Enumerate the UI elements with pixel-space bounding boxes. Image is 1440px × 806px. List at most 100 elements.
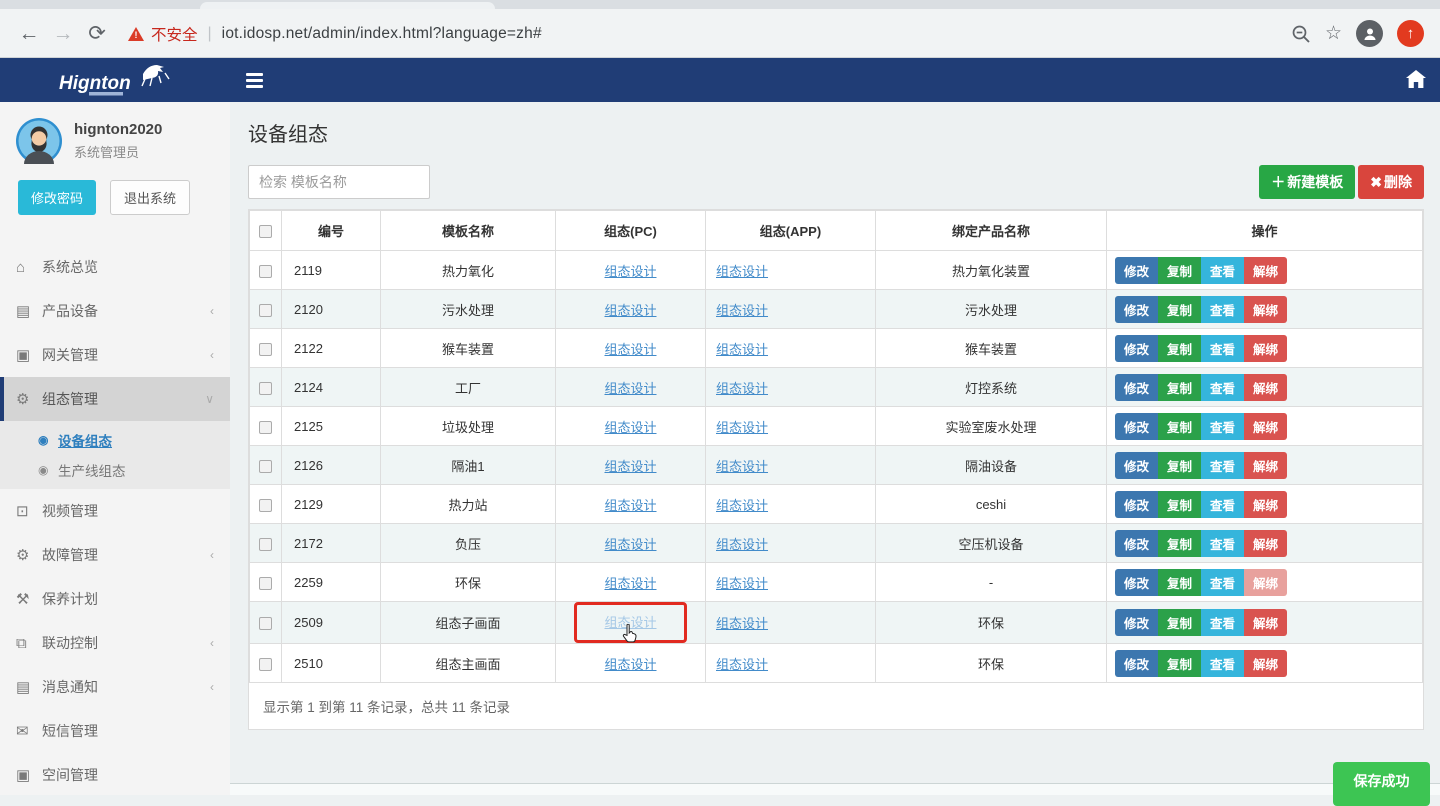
search-input[interactable] xyxy=(248,165,430,199)
edit-button[interactable]: 修改 xyxy=(1115,491,1158,518)
sidebar-item-联动控制[interactable]: ⧉联动控制‹ xyxy=(0,621,230,665)
sidebar-item-故障管理[interactable]: ⚙故障管理‹ xyxy=(0,533,230,577)
config-app-link[interactable]: 组态设计 xyxy=(716,342,768,357)
row-checkbox[interactable] xyxy=(259,343,272,356)
sidebar-item-网关管理[interactable]: ▣网关管理‹ xyxy=(0,333,230,377)
row-checkbox[interactable] xyxy=(259,382,272,395)
url-text[interactable]: iot.idosp.net/admin/index.html?language=… xyxy=(222,25,542,43)
config-app-link[interactable]: 组态设计 xyxy=(716,657,768,672)
brand-logo[interactable]: Hignton xyxy=(0,61,230,99)
config-pc-link[interactable]: 组态设计 xyxy=(604,576,656,591)
view-button[interactable]: 查看 xyxy=(1201,452,1244,479)
copy-button[interactable]: 复制 xyxy=(1158,491,1201,518)
logout-button[interactable]: 退出系统 xyxy=(110,180,190,215)
create-template-button[interactable]: ＋新建模板 xyxy=(1259,165,1355,199)
config-pc-link[interactable]: 组态设计 xyxy=(604,303,656,318)
edit-button[interactable]: 修改 xyxy=(1115,530,1158,557)
unbind-button[interactable]: 解绑 xyxy=(1244,491,1287,518)
sidebar-item-消息通知[interactable]: ▤消息通知‹ xyxy=(0,665,230,709)
view-button[interactable]: 查看 xyxy=(1201,491,1244,518)
view-button[interactable]: 查看 xyxy=(1201,413,1244,440)
view-button[interactable]: 查看 xyxy=(1201,257,1244,284)
sidebar-item-系统总览[interactable]: ⌂系统总览 xyxy=(0,245,230,289)
edit-button[interactable]: 修改 xyxy=(1115,257,1158,284)
bookmark-star-icon[interactable]: ☆ xyxy=(1325,22,1342,45)
security-warning-label[interactable]: 不安全 xyxy=(151,23,198,45)
config-app-link[interactable]: 组态设计 xyxy=(716,459,768,474)
view-button[interactable]: 查看 xyxy=(1201,609,1244,636)
copy-button[interactable]: 复制 xyxy=(1158,609,1201,636)
browser-tab[interactable] xyxy=(200,2,495,9)
copy-button[interactable]: 复制 xyxy=(1158,413,1201,440)
copy-button[interactable]: 复制 xyxy=(1158,335,1201,362)
unbind-button[interactable]: 解绑 xyxy=(1244,650,1287,677)
row-checkbox[interactable] xyxy=(259,577,272,590)
config-app-link[interactable]: 组态设计 xyxy=(716,420,768,435)
edit-button[interactable]: 修改 xyxy=(1115,609,1158,636)
unbind-button[interactable]: 解绑 xyxy=(1244,296,1287,323)
view-button[interactable]: 查看 xyxy=(1201,374,1244,401)
config-pc-link[interactable]: 组态设计 xyxy=(604,420,656,435)
edit-button[interactable]: 修改 xyxy=(1115,569,1158,596)
unbind-button[interactable]: 解绑 xyxy=(1244,257,1287,284)
submenu-item-设备组态[interactable]: ◉设备组态 xyxy=(0,425,230,455)
view-button[interactable]: 查看 xyxy=(1201,296,1244,323)
submenu-item-生产线组态[interactable]: ◉生产线组态 xyxy=(0,455,230,485)
edit-button[interactable]: 修改 xyxy=(1115,413,1158,440)
copy-button[interactable]: 复制 xyxy=(1158,530,1201,557)
view-button[interactable]: 查看 xyxy=(1201,335,1244,362)
view-button[interactable]: 查看 xyxy=(1201,650,1244,677)
copy-button[interactable]: 复制 xyxy=(1158,257,1201,284)
copy-button[interactable]: 复制 xyxy=(1158,374,1201,401)
address-bar[interactable]: ! 不安全 | iot.idosp.net/admin/index.html?l… xyxy=(128,23,1291,45)
unbind-button[interactable]: 解绑 xyxy=(1244,413,1287,440)
unbind-button[interactable]: 解绑 xyxy=(1244,609,1287,636)
sidebar-item-短信管理[interactable]: ✉短信管理 xyxy=(0,709,230,753)
sidebar-item-视频管理[interactable]: ⊡视频管理 xyxy=(0,489,230,533)
unbind-button[interactable]: 解绑 xyxy=(1244,530,1287,557)
row-checkbox[interactable] xyxy=(259,617,272,630)
config-app-link[interactable]: 组态设计 xyxy=(716,381,768,396)
config-app-link[interactable]: 组态设计 xyxy=(716,576,768,591)
select-all-checkbox[interactable] xyxy=(259,225,272,238)
sidebar-item-空间管理[interactable]: ▣空间管理 xyxy=(0,753,230,797)
row-checkbox[interactable] xyxy=(259,265,272,278)
home-icon[interactable] xyxy=(1406,70,1426,89)
config-pc-link[interactable]: 组态设计 xyxy=(604,342,656,357)
unbind-button[interactable]: 解绑 xyxy=(1244,374,1287,401)
view-button[interactable]: 查看 xyxy=(1201,530,1244,557)
security-warning-icon[interactable]: ! xyxy=(128,27,144,41)
config-pc-link[interactable]: 组态设计 xyxy=(604,264,656,279)
config-pc-link[interactable]: 组态设计 xyxy=(604,537,656,552)
sidebar-item-保养计划[interactable]: ⚒保养计划 xyxy=(0,577,230,621)
view-button[interactable]: 查看 xyxy=(1201,569,1244,596)
config-app-link[interactable]: 组态设计 xyxy=(716,303,768,318)
back-icon[interactable]: ← xyxy=(12,17,46,51)
unbind-button[interactable]: 解绑 xyxy=(1244,335,1287,362)
row-checkbox[interactable] xyxy=(259,421,272,434)
row-checkbox[interactable] xyxy=(259,460,272,473)
row-checkbox[interactable] xyxy=(259,304,272,317)
config-pc-link[interactable]: 组态设计 xyxy=(604,498,656,513)
edit-button[interactable]: 修改 xyxy=(1115,296,1158,323)
delete-button[interactable]: ✖删除 xyxy=(1358,165,1424,199)
forward-icon[interactable]: → xyxy=(46,17,80,51)
copy-button[interactable]: 复制 xyxy=(1158,569,1201,596)
copy-button[interactable]: 复制 xyxy=(1158,296,1201,323)
config-app-link[interactable]: 组态设计 xyxy=(716,537,768,552)
config-app-link[interactable]: 组态设计 xyxy=(716,264,768,279)
config-app-link[interactable]: 组态设计 xyxy=(716,616,768,631)
change-password-button[interactable]: 修改密码 xyxy=(18,180,96,215)
edit-button[interactable]: 修改 xyxy=(1115,335,1158,362)
config-pc-link[interactable]: 组态设计 xyxy=(604,459,656,474)
browser-profile-icon[interactable] xyxy=(1356,20,1383,47)
row-checkbox[interactable] xyxy=(259,538,272,551)
config-pc-link[interactable]: 组态设计 xyxy=(604,381,656,396)
reload-icon[interactable]: ⟳ xyxy=(80,17,114,51)
zoom-out-icon[interactable] xyxy=(1291,24,1311,44)
sidebar-item-组态管理[interactable]: ⚙组态管理∨ xyxy=(0,377,230,421)
copy-button[interactable]: 复制 xyxy=(1158,650,1201,677)
edit-button[interactable]: 修改 xyxy=(1115,374,1158,401)
unbind-button[interactable]: 解绑 xyxy=(1244,452,1287,479)
edit-button[interactable]: 修改 xyxy=(1115,452,1158,479)
